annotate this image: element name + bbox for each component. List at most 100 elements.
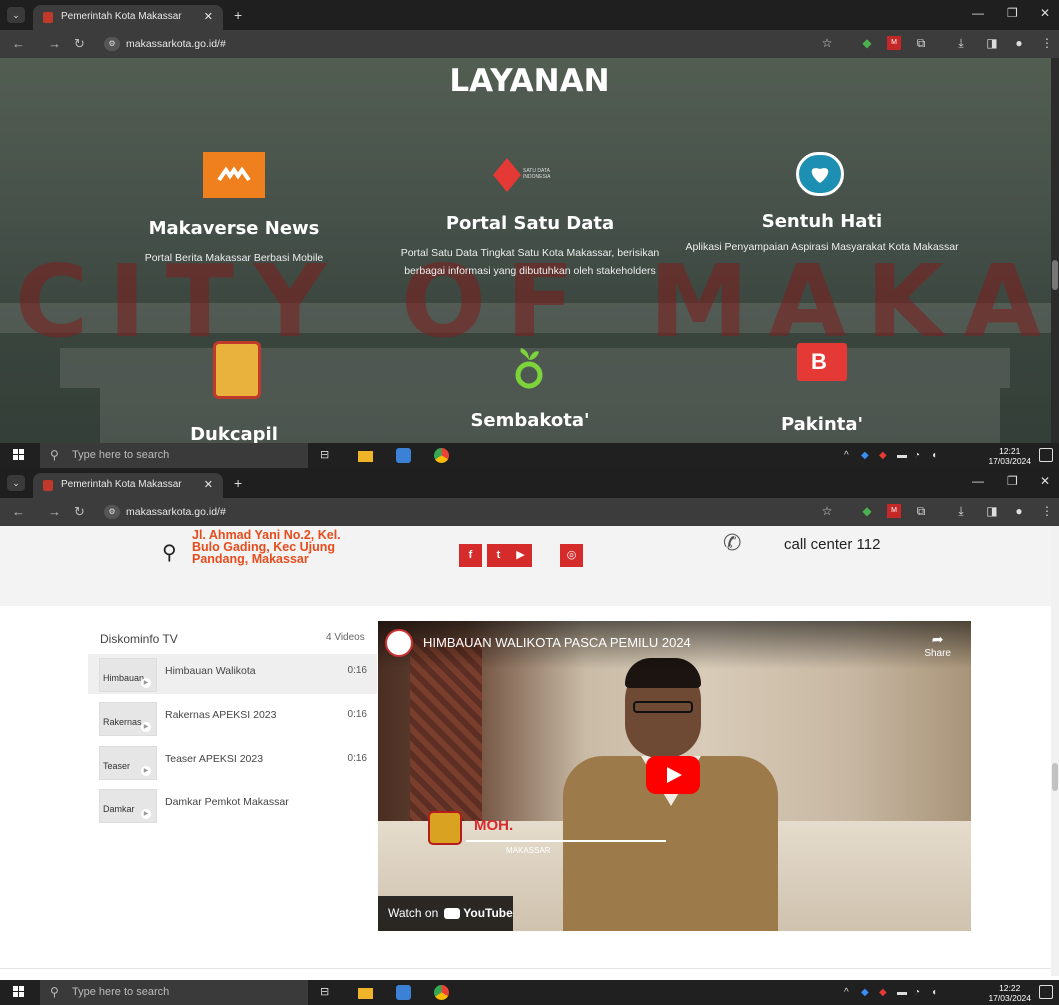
chrome-icon[interactable] — [434, 985, 449, 1000]
forward-button[interactable]: → — [48, 36, 61, 51]
download-icon[interactable]: ⤓ — [954, 504, 968, 518]
bookmark-star-icon[interactable]: ☆ — [820, 504, 834, 518]
service-makaverse[interactable]: Makaverse News Portal Berita Makassar Be… — [84, 218, 384, 267]
site-info-icon[interactable]: ⚙ — [104, 37, 120, 51]
page-scrollbar[interactable] — [1051, 526, 1059, 976]
profile-icon[interactable]: ● — [1012, 36, 1026, 50]
show-hidden-icons-icon[interactable]: ^ — [844, 987, 849, 998]
instagram-icon[interactable]: ◎ — [560, 544, 583, 567]
side-panel-icon[interactable]: ◨ — [985, 504, 999, 518]
back-button[interactable]: ← — [12, 504, 25, 519]
file-explorer-icon[interactable] — [358, 988, 373, 999]
task-view-icon[interactable]: ⊟ — [320, 985, 335, 1000]
wifi-icon[interactable]: ◔ — [914, 987, 920, 998]
playlist-item[interactable]: Damkar ▶ Damkar Pemkot Makassar — [88, 785, 377, 825]
minimize-button[interactable]: — — [972, 6, 984, 20]
sembakota-logo-icon[interactable] — [511, 346, 547, 390]
battery-icon[interactable]: ▬ — [897, 987, 907, 998]
wifi-icon[interactable]: ◔ — [914, 450, 920, 461]
browser-tab[interactable]: Pemerintah Kota Makassar ✕ — [33, 473, 223, 498]
watch-on-youtube-button[interactable]: Watch on YouTube — [378, 896, 513, 931]
taskbar-search-box[interactable]: ⚲ Type here to search — [40, 980, 308, 1005]
extensions-puzzle-icon[interactable]: ⧉ — [914, 36, 928, 50]
forward-button[interactable]: → — [48, 504, 61, 519]
extension-red-icon[interactable]: M — [887, 36, 901, 50]
playlist-item[interactable]: Rakernas ▶ Rakernas APEKSI 2023 0:16 — [88, 698, 377, 738]
service-portal-satu-data[interactable]: Portal Satu Data Portal Satu Data Tingka… — [380, 213, 680, 280]
extension-icon[interactable]: ◆ — [860, 504, 874, 518]
playlist-item[interactable]: Himbauan ▶ Himbauan Walikota 0:16 — [88, 654, 377, 694]
page-scrollbar[interactable] — [1051, 58, 1059, 443]
side-panel-icon[interactable]: ◨ — [985, 36, 999, 50]
app-tray-icon[interactable]: ◆ — [879, 450, 887, 461]
service-dukcapil[interactable]: Dukcapil — [84, 424, 384, 443]
new-tab-button[interactable]: + — [234, 7, 242, 23]
close-tab-icon[interactable]: ✕ — [204, 478, 213, 491]
satu-data-logo-icon[interactable]: SATU DATA INDONESIA — [491, 158, 571, 192]
service-sembakota[interactable]: Sembakota' — [380, 410, 680, 431]
share-button[interactable]: ➦ Share — [924, 631, 951, 659]
reload-button[interactable]: ↻ — [74, 504, 85, 520]
video-title[interactable]: HIMBAUAN WALIKOTA PASCA PEMILU 2024 — [423, 635, 691, 650]
play-button[interactable] — [646, 756, 700, 794]
app-tray-icon[interactable]: ◆ — [879, 987, 887, 998]
close-tab-icon[interactable]: ✕ — [204, 10, 213, 23]
close-window-button[interactable]: ✕ — [1040, 6, 1050, 20]
back-button[interactable]: ← — [12, 36, 25, 51]
file-explorer-icon[interactable] — [358, 451, 373, 462]
taskbar-search-box[interactable]: ⚲ Type here to search — [40, 443, 308, 468]
windows-start-icon[interactable] — [13, 986, 25, 998]
chrome-icon[interactable] — [434, 448, 449, 463]
new-tab-button[interactable]: + — [234, 475, 242, 491]
extension-icon[interactable]: ◆ — [860, 36, 874, 50]
service-pakinta[interactable]: Pakinta' — [672, 414, 972, 435]
minimize-button[interactable]: — — [972, 474, 984, 488]
makaverse-logo-icon[interactable] — [203, 152, 265, 198]
browser-tab[interactable]: Pemerintah Kota Makassar ✕ — [33, 5, 223, 30]
volume-icon[interactable]: ◖ — [931, 987, 937, 998]
sentuh-hati-logo-icon[interactable] — [796, 152, 844, 196]
video-thumbnail[interactable]: Teaser ▶ — [99, 746, 157, 780]
address-bar[interactable]: ⚙ makassarkota.go.id/# — [100, 502, 800, 522]
download-icon[interactable]: ⤓ — [954, 36, 968, 50]
youtube-video-player[interactable]: HIMBAUAN WALIKOTA PASCA PEMILU 2024 ➦ Sha… — [378, 621, 971, 931]
show-hidden-icons-icon[interactable]: ^ — [844, 450, 849, 461]
service-sentuh-hati[interactable]: Sentuh Hati Aplikasi Penyampaian Aspiras… — [672, 211, 972, 256]
site-info-icon[interactable]: ⚙ — [104, 505, 120, 519]
windows-start-icon[interactable] — [13, 449, 25, 461]
playlist-item[interactable]: Teaser ▶ Teaser APEKSI 2023 0:16 — [88, 742, 377, 782]
notification-icon[interactable] — [1039, 448, 1053, 462]
clock[interactable]: 12:22 17/03/2024 — [988, 983, 1031, 1003]
notification-icon[interactable] — [1039, 985, 1053, 999]
dukcapil-logo-icon[interactable] — [213, 341, 261, 399]
address-bar[interactable]: ⚙ makassarkota.go.id/# — [100, 34, 800, 54]
tab-search-button[interactable]: ⌄ — [7, 475, 25, 491]
security-icon[interactable]: ◆ — [861, 450, 869, 461]
restore-button[interactable]: ❐ — [1007, 6, 1018, 20]
store-icon[interactable] — [396, 448, 411, 463]
extensions-puzzle-icon[interactable]: ⧉ — [914, 504, 928, 518]
clock[interactable]: 12:21 17/03/2024 — [988, 446, 1031, 466]
reload-button[interactable]: ↻ — [74, 36, 85, 52]
scrollbar-thumb[interactable] — [1052, 763, 1058, 791]
menu-icon[interactable]: ⋮ — [1040, 36, 1054, 50]
menu-icon[interactable]: ⋮ — [1040, 504, 1054, 518]
youtube-icon[interactable]: ▶ — [509, 544, 532, 567]
facebook-icon[interactable]: f — [459, 544, 482, 567]
battery-icon[interactable]: ▬ — [897, 450, 907, 461]
video-thumbnail[interactable]: Himbauan ▶ — [99, 658, 157, 692]
security-icon[interactable]: ◆ — [861, 987, 869, 998]
profile-icon[interactable]: ● — [1012, 504, 1026, 518]
twitter-icon[interactable]: t — [487, 544, 510, 567]
pakinta-logo-icon[interactable]: B — [797, 343, 847, 381]
video-thumbnail[interactable]: Damkar ▶ — [99, 789, 157, 823]
channel-avatar-icon[interactable] — [385, 629, 413, 657]
scrollbar-thumb[interactable] — [1052, 260, 1058, 290]
video-thumbnail[interactable]: Rakernas ▶ — [99, 702, 157, 736]
task-view-icon[interactable]: ⊟ — [320, 448, 335, 463]
store-icon[interactable] — [396, 985, 411, 1000]
restore-button[interactable]: ❐ — [1007, 474, 1018, 488]
bookmark-star-icon[interactable]: ☆ — [820, 36, 834, 50]
tab-search-button[interactable]: ⌄ — [7, 7, 25, 23]
volume-icon[interactable]: ◖ — [931, 450, 937, 461]
